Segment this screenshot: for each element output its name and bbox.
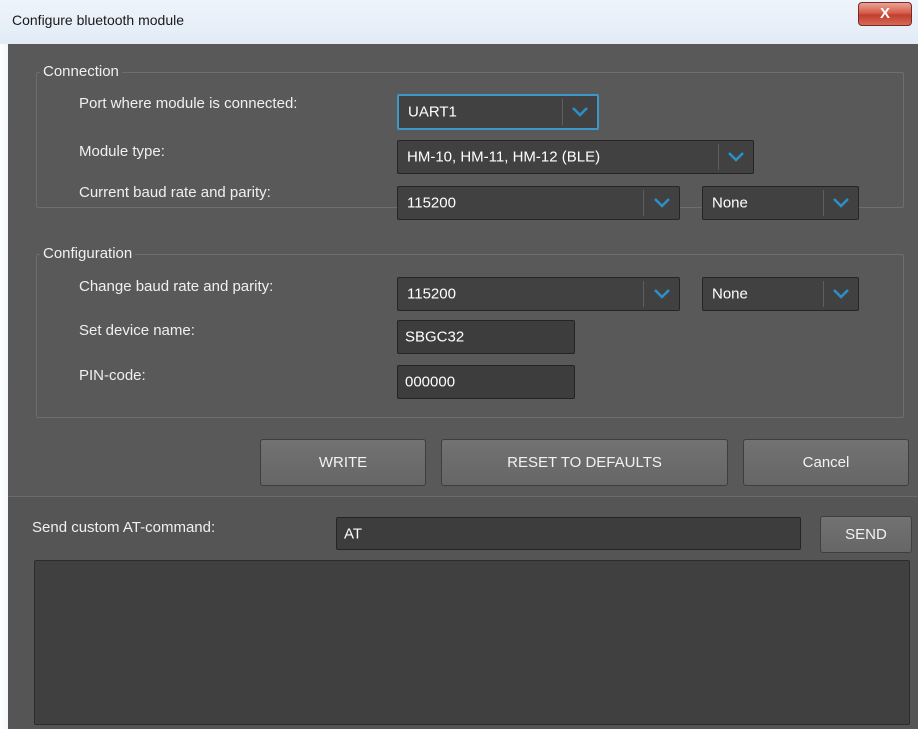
configuration-legend: Configuration bbox=[40, 245, 136, 262]
change-baud-label: Change baud rate and parity: bbox=[79, 278, 274, 295]
module-type-label: Module type: bbox=[79, 143, 165, 160]
close-button[interactable]: X bbox=[858, 2, 912, 26]
device-name-value: SBGC32 bbox=[405, 328, 465, 346]
window-border bbox=[0, 0, 8, 729]
chevron-down-icon[interactable] bbox=[644, 187, 679, 219]
divider bbox=[8, 496, 918, 497]
pin-code-field[interactable]: 000000 bbox=[397, 365, 575, 399]
pin-label: PIN-code: bbox=[79, 367, 146, 384]
window-title: Configure bluetooth module bbox=[12, 12, 185, 28]
change-parity-select[interactable]: None bbox=[702, 277, 859, 311]
reset-defaults-button[interactable]: RESET TO DEFAULTS bbox=[441, 439, 728, 486]
cancel-button[interactable]: Cancel bbox=[743, 439, 909, 486]
module-type-select[interactable]: HM-10, HM-11, HM-12 (BLE) bbox=[397, 140, 754, 174]
device-name-field[interactable]: SBGC32 bbox=[397, 320, 575, 354]
port-label: Port where module is connected: bbox=[79, 95, 298, 112]
response-log[interactable] bbox=[34, 560, 910, 725]
pin-code-value: 000000 bbox=[405, 373, 456, 391]
custom-at-value: AT bbox=[344, 525, 363, 542]
current-parity-select[interactable]: None bbox=[702, 186, 859, 220]
current-parity-select-value: None bbox=[712, 194, 748, 212]
current-baud-select-value: 115200 bbox=[407, 194, 456, 212]
chevron-down-icon[interactable] bbox=[719, 141, 753, 173]
chevron-down-icon[interactable] bbox=[563, 96, 597, 128]
module-type-select-value: HM-10, HM-11, HM-12 (BLE) bbox=[407, 148, 601, 166]
custom-at-input[interactable]: AT bbox=[336, 517, 801, 550]
change-parity-select-value: None bbox=[712, 285, 748, 303]
write-button[interactable]: WRITE bbox=[260, 439, 426, 486]
send-button[interactable]: SEND bbox=[820, 516, 912, 553]
chevron-down-icon[interactable] bbox=[644, 278, 679, 310]
current-baud-label: Current baud rate and parity: bbox=[79, 184, 271, 201]
chevron-down-icon[interactable] bbox=[824, 187, 858, 219]
port-select-value: UART1 bbox=[408, 103, 457, 121]
custom-at-label: Send custom AT-command: bbox=[32, 519, 216, 536]
port-select[interactable]: UART1 bbox=[397, 94, 599, 130]
connection-legend: Connection bbox=[40, 63, 122, 80]
current-baud-select[interactable]: 115200 bbox=[397, 186, 680, 220]
change-baud-select-value: 115200 bbox=[407, 285, 456, 303]
chevron-down-icon[interactable] bbox=[824, 278, 858, 310]
device-name-label: Set device name: bbox=[79, 322, 195, 339]
change-baud-select[interactable]: 115200 bbox=[397, 277, 680, 311]
